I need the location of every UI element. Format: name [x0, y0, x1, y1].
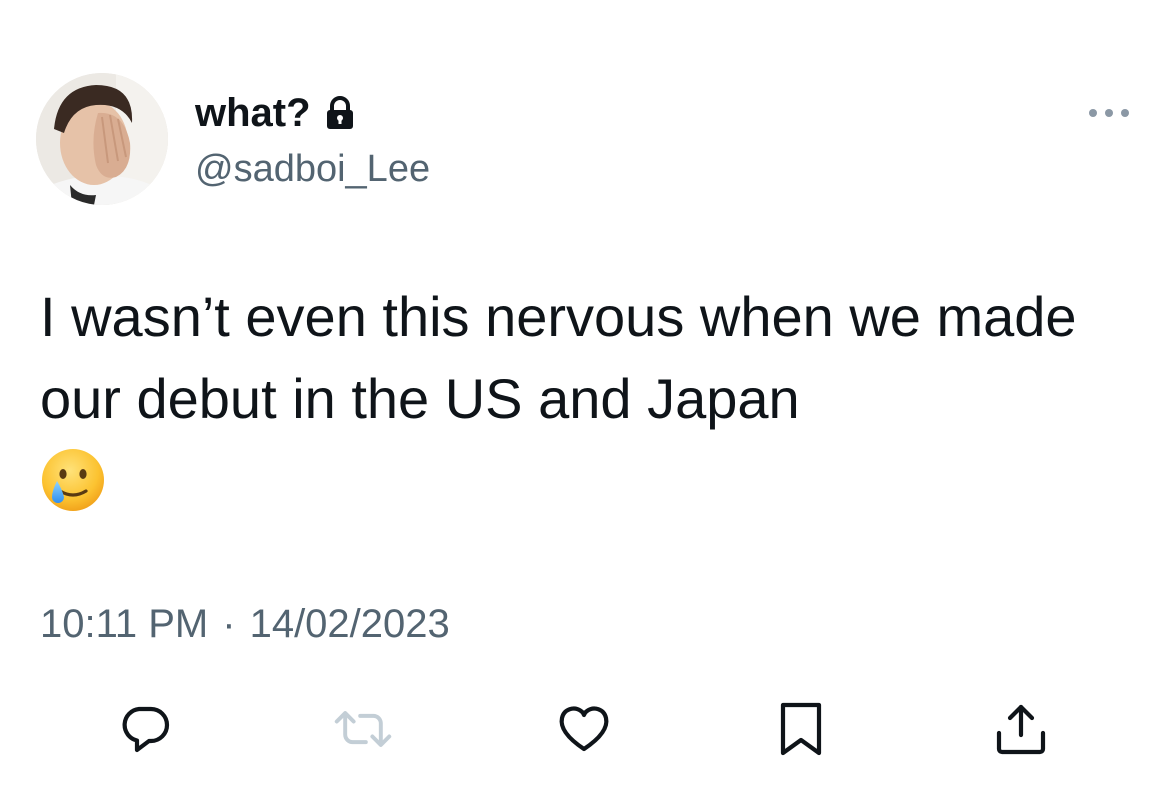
heart-icon[interactable]	[554, 699, 614, 759]
retweet-icon[interactable]	[333, 699, 393, 759]
timestamp-separator: ·	[222, 602, 236, 646]
reply-icon[interactable]	[115, 699, 175, 759]
crying-smiling-face-emoji	[40, 447, 106, 513]
bookmark-icon[interactable]	[771, 699, 831, 759]
tweet-time: 10:11 PM	[40, 602, 209, 646]
tweet-date: 14/02/2023	[249, 602, 450, 646]
display-name-row: what?	[195, 88, 355, 138]
tweet-timestamp[interactable]: 10:11 PM · 14/02/2023	[40, 600, 450, 648]
lock-icon	[325, 96, 355, 130]
more-icon[interactable]	[1084, 98, 1134, 128]
display-name[interactable]: what?	[195, 88, 311, 138]
tweet-text: I wasn’t even this nervous when we made …	[40, 285, 1077, 430]
user-handle[interactable]: @sadboi_Lee	[195, 146, 430, 192]
avatar[interactable]	[36, 73, 168, 205]
share-icon[interactable]	[991, 699, 1051, 759]
